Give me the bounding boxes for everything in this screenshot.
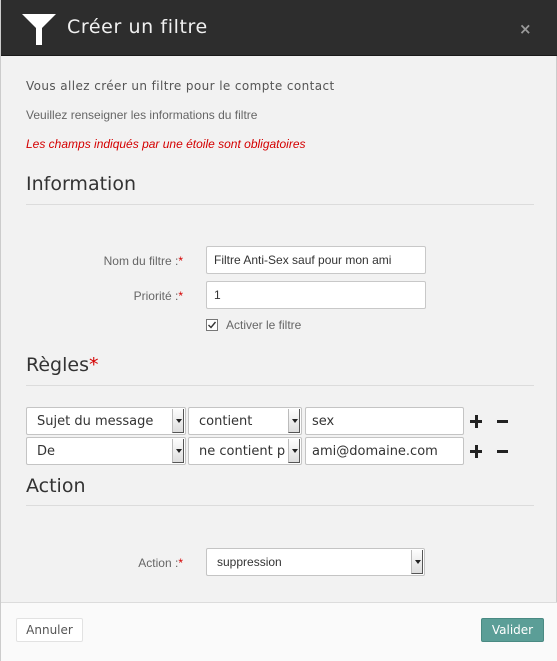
- plus-icon[interactable]: [470, 445, 484, 459]
- chevron-down-icon: [172, 439, 184, 463]
- activate-filter-checkbox[interactable]: [206, 319, 218, 331]
- required-mark: *: [88, 354, 99, 376]
- minus-icon[interactable]: [497, 445, 511, 459]
- rule-value-input[interactable]: ami@domaine.com: [305, 437, 464, 465]
- cancel-button[interactable]: Annuler: [16, 618, 83, 642]
- close-icon[interactable]: ×: [519, 22, 532, 37]
- information-heading: Information: [26, 173, 136, 195]
- rules-divider: [26, 385, 534, 386]
- action-divider: [26, 505, 534, 506]
- information-divider: [26, 204, 534, 205]
- rule-value-input[interactable]: sex: [305, 407, 464, 435]
- rule-field-value: Sujet du message: [37, 414, 154, 429]
- chevron-down-icon: [172, 409, 184, 433]
- priority-input[interactable]: 1: [206, 281, 426, 309]
- rule-operator-value: ne contient p: [199, 444, 286, 459]
- action-select[interactable]: suppression: [206, 548, 425, 576]
- chevron-down-icon: [288, 409, 300, 433]
- filter-name-label: Nom du filtre :*: [13, 254, 183, 268]
- rule-operator-select[interactable]: contient: [188, 407, 302, 435]
- required-mark: *: [178, 556, 183, 570]
- action-label-text: Action :: [138, 556, 179, 570]
- rule-operator-value: contient: [199, 414, 253, 429]
- required-mark: *: [178, 254, 183, 268]
- create-filter-dialog: Créer un filtre × Vous allez créer un fi…: [0, 0, 557, 661]
- instructions-text: Veuillez renseigner les informations du …: [26, 108, 258, 122]
- intro-text: Vous allez créer un filtre pour le compt…: [26, 79, 335, 93]
- filter-name-input[interactable]: Filtre Anti-Sex sauf pour mon ami: [206, 246, 426, 274]
- rule-field-select[interactable]: Sujet du message: [26, 407, 186, 435]
- chevron-down-icon: [411, 550, 423, 574]
- action-label: Action :*: [13, 556, 183, 570]
- rule-field-value: De: [37, 444, 56, 459]
- validate-button[interactable]: Valider: [481, 618, 544, 642]
- priority-label: Priorité :*: [13, 289, 183, 303]
- priority-label-text: Priorité :: [133, 289, 179, 303]
- minus-icon[interactable]: [497, 415, 511, 429]
- rule-field-select[interactable]: De: [26, 437, 186, 465]
- action-heading: Action: [26, 475, 86, 497]
- dialog-title: Créer un filtre: [67, 16, 208, 38]
- plus-icon[interactable]: [470, 415, 484, 429]
- checkmark-icon: [208, 321, 217, 329]
- rules-heading-text: Règles: [26, 354, 89, 376]
- dialog-titlebar: Créer un filtre ×: [1, 0, 557, 56]
- rule-operator-select[interactable]: ne contient p: [188, 437, 302, 465]
- required-fields-notice: Les champs indiqués par une étoile sont …: [26, 137, 306, 151]
- chevron-down-icon: [288, 439, 300, 463]
- rules-heading: Règles*: [26, 354, 98, 376]
- action-value: suppression: [217, 555, 282, 569]
- filter-name-label-text: Nom du filtre :: [103, 254, 179, 268]
- dialog-footer: [1, 602, 557, 661]
- activate-filter-label: Activer le filtre: [226, 318, 302, 332]
- filter-funnel-icon: [22, 14, 56, 45]
- required-mark: *: [178, 289, 183, 303]
